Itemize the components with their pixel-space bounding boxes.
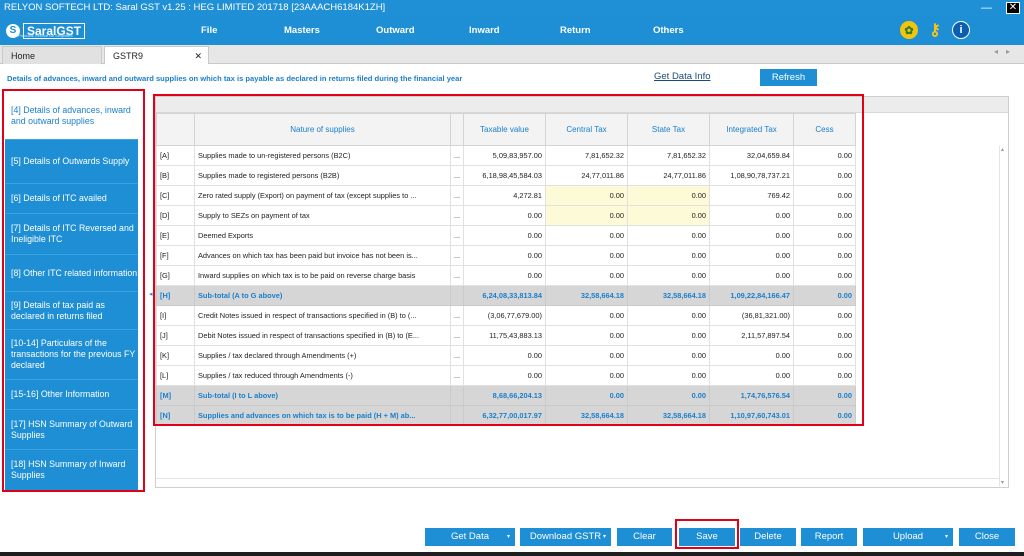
menu-others[interactable]: Others: [653, 16, 684, 45]
delete-button[interactable]: Delete: [740, 528, 796, 546]
minimize-button[interactable]: —: [981, 0, 992, 16]
scroll-down-icon[interactable]: ▾: [1001, 479, 1004, 486]
get-data-label: Get Data: [450, 531, 490, 542]
menu-return[interactable]: Return: [560, 16, 591, 45]
download-gstr-label: Download GSTR: [529, 531, 602, 542]
clear-button[interactable]: Clear: [617, 528, 672, 546]
logo-tagline: Products Service for Simplified: [18, 33, 73, 38]
refresh-button[interactable]: Refresh: [760, 69, 817, 86]
section-description: Details of advances, inward and outward …: [7, 74, 463, 83]
menu-file[interactable]: File: [201, 16, 217, 45]
collapse-arrow-icon[interactable]: ◂: [149, 290, 153, 298]
tab-home-label: Home: [11, 51, 36, 61]
menu-masters[interactable]: Masters: [284, 16, 320, 45]
window-controls: — ✕: [981, 0, 1020, 16]
chevron-down-icon[interactable]: ▾: [507, 528, 510, 546]
chevron-down-icon[interactable]: ▾: [945, 528, 948, 546]
sidebar-highlight-frame: [2, 89, 145, 492]
vertical-scrollbar[interactable]: ▴ ▾: [999, 146, 1008, 486]
scroll-up-icon[interactable]: ▴: [1001, 146, 1004, 153]
upload-button[interactable]: Upload ▾: [863, 528, 953, 546]
close-button[interactable]: Close: [959, 528, 1015, 546]
chevron-down-icon[interactable]: ▾: [603, 528, 606, 546]
key-icon[interactable]: ⚷: [926, 21, 944, 39]
tab-close-icon[interactable]: ✕: [194, 47, 202, 65]
menu-inward[interactable]: Inward: [469, 16, 500, 45]
menu-outward[interactable]: Outward: [376, 16, 415, 45]
get-data-button[interactable]: Get Data ▾: [425, 528, 515, 546]
horizontal-scrollbar[interactable]: [156, 478, 999, 487]
upload-label: Upload: [892, 531, 924, 542]
close-window-button[interactable]: ✕: [1006, 2, 1020, 14]
tab-home[interactable]: Home: [2, 46, 102, 64]
bottom-border: [0, 552, 1024, 556]
tab-gstr9-label: GSTR9: [113, 51, 144, 61]
download-gstr-button[interactable]: Download GSTR ▾: [520, 528, 611, 546]
menu-icons: ✿ ⚷ i: [900, 21, 970, 39]
get-data-info-link[interactable]: Get Data Info: [654, 71, 711, 82]
save-highlight-frame: [675, 519, 739, 549]
settings-gear-icon[interactable]: ✿: [900, 21, 918, 39]
menu-bar: S SaralGST Products Service for Simplifi…: [0, 16, 1024, 45]
report-button[interactable]: Report: [801, 528, 857, 546]
window-title-bar: RELYON SOFTECH LTD: Saral GST v1.25 : HE…: [0, 0, 1024, 16]
window-title: RELYON SOFTECH LTD: Saral GST v1.25 : HE…: [4, 2, 386, 13]
tab-scroll-arrows-icon[interactable]: ◂▸: [994, 47, 1018, 56]
info-icon[interactable]: i: [952, 21, 970, 39]
table-highlight-frame: [153, 94, 864, 426]
tab-gstr9[interactable]: GSTR9 ✕: [104, 46, 209, 64]
tab-bar: Home GSTR9 ✕ ◂▸: [0, 45, 1024, 64]
